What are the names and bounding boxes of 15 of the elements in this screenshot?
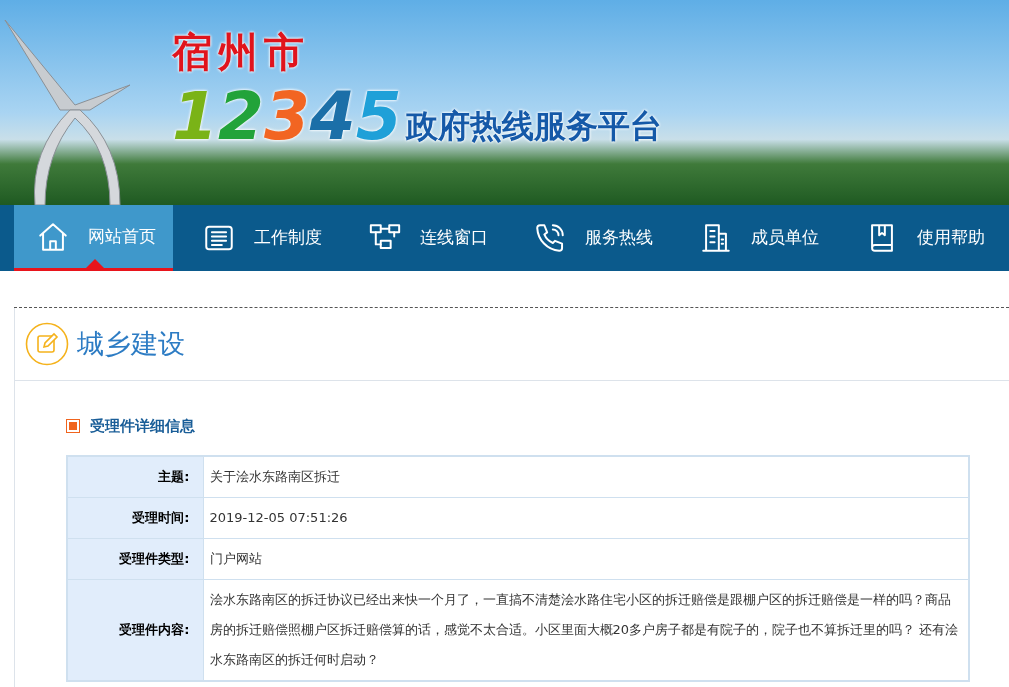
platform-title: 政府热线服务平台 bbox=[405, 106, 662, 146]
active-marker bbox=[86, 259, 104, 268]
detail-heading: 受理件详细信息 bbox=[90, 416, 195, 437]
field-label: 受理件类型: bbox=[67, 538, 203, 579]
nav-tab[interactable]: 成员单位 bbox=[677, 205, 837, 271]
nav-tab[interactable]: 连线窗口 bbox=[345, 205, 505, 271]
field-label: 受理时间: bbox=[67, 497, 203, 538]
section-title: 城乡建设 bbox=[77, 326, 185, 361]
field-label: 主题: bbox=[67, 455, 203, 497]
nav-tab[interactable]: 工作制度 bbox=[179, 205, 339, 271]
nav-tab[interactable]: 使用帮助 bbox=[843, 205, 1002, 271]
field-label: 受理件内容: bbox=[67, 579, 203, 681]
city-name: 宿州市 bbox=[172, 28, 311, 76]
hotline-number: 12345 bbox=[172, 82, 402, 152]
nav-tab[interactable]: 服务热线 bbox=[511, 205, 671, 271]
